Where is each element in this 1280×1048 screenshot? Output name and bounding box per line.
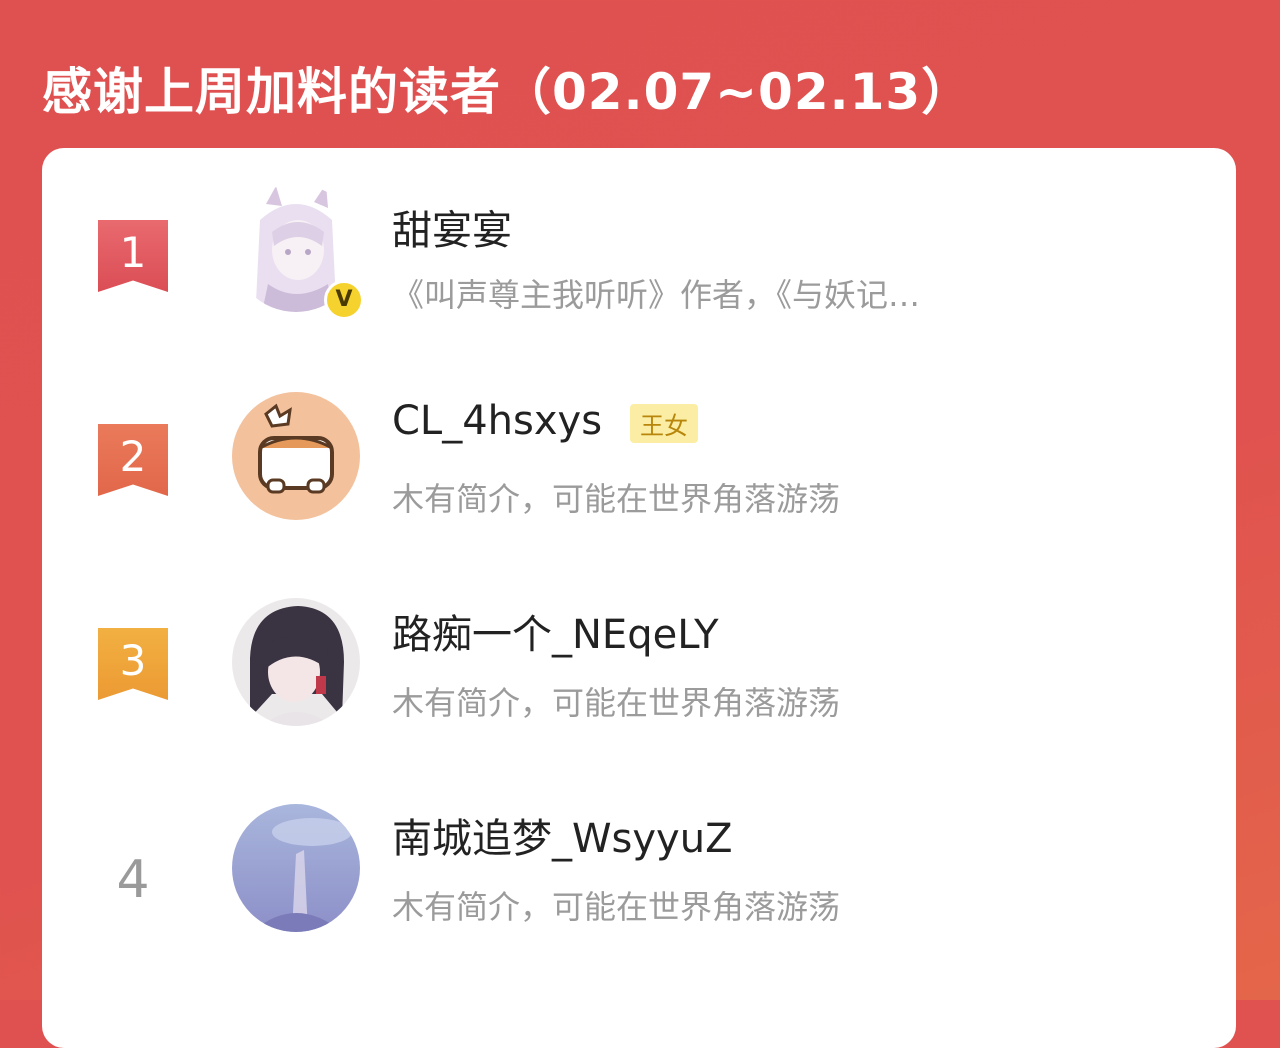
verified-badge-icon: V [324,280,364,320]
page-title: 感谢上周加料的读者（02.07~02.13） [42,63,973,121]
reader-description: 木有简介，可能在世界角落游荡 [392,480,841,518]
reader-description: 木有简介，可能在世界角落游荡 [392,888,841,926]
rank-ribbon-2: 2 [98,424,168,496]
cartoon-dog-avatar-icon[interactable] [232,392,360,520]
reader-name[interactable]: 路痴一个_NEqeLY [392,602,719,660]
reader-description: 木有简介，可能在世界角落游荡 [392,684,841,722]
reader-row-2[interactable]: 2 CL_4hsxys 王女 木有简介，可能在世界角落游荡 [42,384,1236,584]
reader-name-text: CL_4hsxys [392,398,603,444]
rank-ribbon-1: 1 [98,220,168,292]
title-tag: 王女 [630,403,699,443]
rank-ribbon-3: 3 [98,628,168,700]
reader-list-card: 1 V 甜宴宴 《叫声尊主我听听》作者，《与妖记… 2 CL_4hsxys 王女… [42,148,1236,1048]
reader-row-1[interactable]: 1 V 甜宴宴 《叫声尊主我听听》作者，《与妖记… [42,180,1236,380]
reader-row-3[interactable]: 3 路痴一个_NEqeLY 木有简介，可能在世界角落游荡 [42,588,1236,788]
reader-name[interactable]: 南城追梦_WsyyuZ [392,806,733,864]
dark-hair-girl-avatar-icon[interactable] [232,598,360,726]
reader-name[interactable]: CL_4hsxys 王女 [392,398,699,444]
reader-description: 《叫声尊主我听听》作者，《与妖记… [392,276,921,314]
reader-name[interactable]: 甜宴宴 [392,198,512,256]
rank-number-4: 4 [116,850,150,910]
reader-row-4[interactable]: 4 南城追梦_WsyyuZ 木有简介，可能在世界角落游荡 [42,792,1236,992]
sky-landscape-avatar-icon[interactable] [232,804,360,932]
